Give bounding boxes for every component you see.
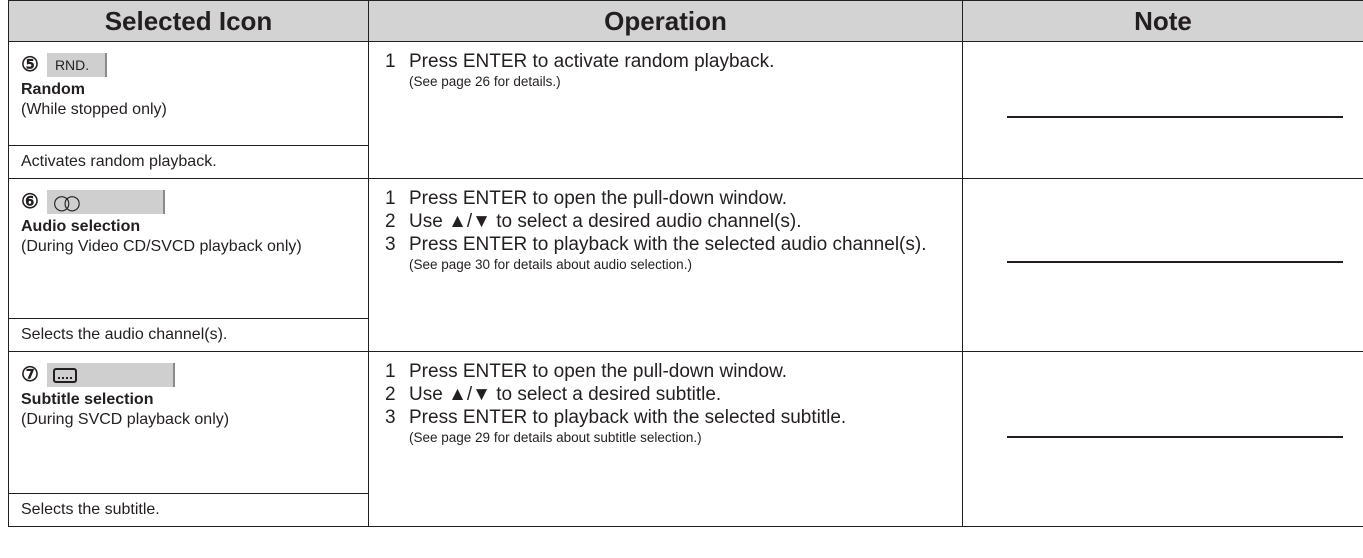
header-row: Selected Icon Operation Note: [8, 0, 1363, 42]
item-number: ⑤: [21, 54, 39, 76]
table-row: ⑤ RND. Random (While stopped only) Activ…: [8, 41, 1363, 179]
step: 3 Press ENTER to playback with the selec…: [385, 234, 927, 255]
note-blank-line: [1007, 116, 1343, 118]
page-reference: (See page 26 for details.): [409, 74, 561, 89]
random-button: RND.: [46, 53, 107, 77]
subtitle-icon: [52, 367, 77, 383]
icon-cell-random: ⑤ RND. Random (While stopped only) Activ…: [8, 41, 369, 179]
step: 1 Press ENTER to activate random playbac…: [385, 51, 775, 72]
item-description: Selects the audio channel(s).: [9, 318, 368, 351]
step: 2 Use ▲/▼ to select a desired audio chan…: [385, 211, 802, 232]
step: 3 Press ENTER to playback with the selec…: [385, 407, 847, 428]
header-note: Note: [962, 0, 1363, 42]
operation-cell-audio: 1 Press ENTER to open the pull-down wind…: [368, 178, 963, 352]
header-selected-icon: Selected Icon: [8, 0, 369, 42]
header-operation: Operation: [368, 0, 963, 42]
note-blank-line: [1007, 436, 1343, 438]
icon-cell-audio: ⑥ ○○ Audio selection (During Video CD/SV…: [8, 178, 369, 352]
subtitle-button: [46, 363, 175, 387]
item-number: ⑥: [21, 191, 39, 213]
icon-cell-subtitle: ⑦ Subtitle selection (During SVCD playba…: [8, 351, 369, 527]
note-cell-audio: [962, 178, 1363, 352]
audio-channel-icon: ○○: [52, 190, 81, 214]
operation-cell-random: 1 Press ENTER to activate random playbac…: [368, 41, 963, 179]
step: 2 Use ▲/▼ to select a desired subtitle.: [385, 384, 722, 405]
table-row: ⑦ Subtitle selection (During SVCD playba…: [8, 351, 1363, 527]
note-blank-line: [1007, 261, 1343, 263]
item-description: Activates random playback.: [9, 145, 368, 178]
item-condition: (During Video CD/SVCD playback only): [21, 238, 302, 255]
page-reference: (See page 30 for details about audio sel…: [409, 257, 692, 272]
item-condition: (While stopped only): [21, 101, 167, 118]
operations-table: Selected Icon Operation Note ⑤ RND. Rand…: [8, 0, 1363, 527]
step: 1 Press ENTER to open the pull-down wind…: [385, 361, 788, 382]
table-row: ⑥ ○○ Audio selection (During Video CD/SV…: [8, 178, 1363, 352]
step: 1 Press ENTER to open the pull-down wind…: [385, 188, 788, 209]
audio-button: ○○: [46, 190, 165, 214]
note-cell-random: [962, 41, 1363, 179]
note-cell-subtitle: [962, 351, 1363, 527]
item-condition: (During SVCD playback only): [21, 411, 230, 428]
item-number: ⑦: [21, 364, 39, 386]
operation-cell-subtitle: 1 Press ENTER to open the pull-down wind…: [368, 351, 963, 527]
page-reference: (See page 29 for details about subtitle …: [409, 430, 702, 445]
item-description: Selects the subtitle.: [9, 493, 368, 526]
item-name: Random: [21, 81, 85, 98]
item-name: Subtitle selection: [21, 391, 154, 408]
item-name: Audio selection: [21, 218, 141, 235]
